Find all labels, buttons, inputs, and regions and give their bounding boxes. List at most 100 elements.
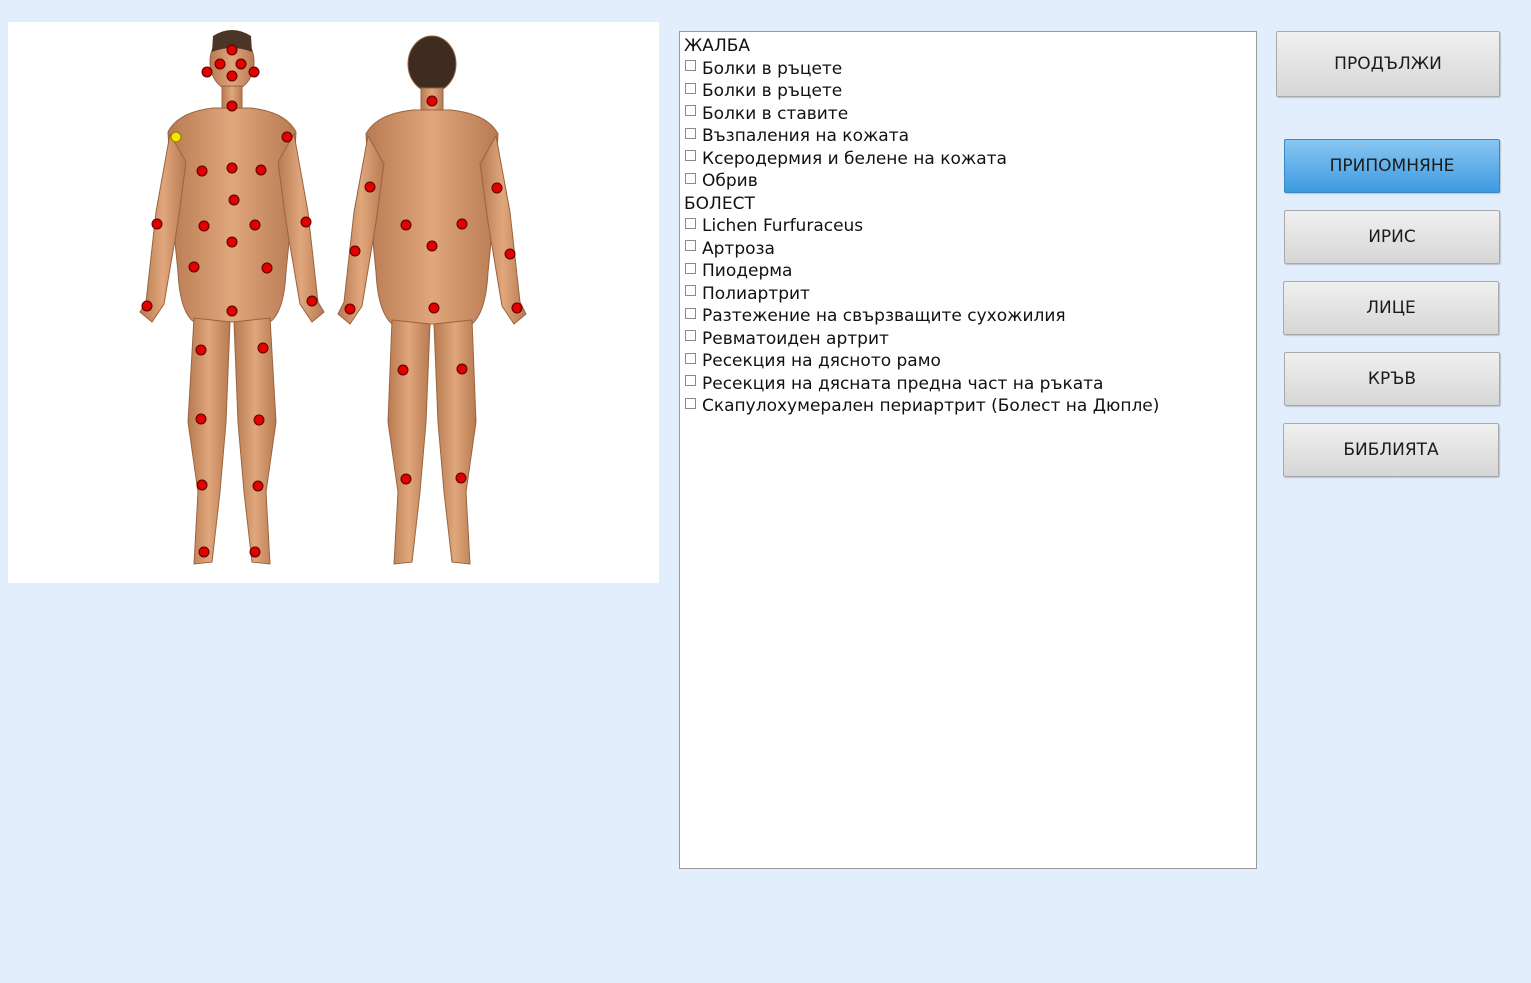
body-point[interactable]: [248, 66, 260, 78]
body-point[interactable]: [400, 473, 412, 485]
body-point[interactable]: [253, 414, 265, 426]
body-point[interactable]: [226, 44, 238, 56]
body-map[interactable]: [8, 22, 659, 583]
symptom-list[interactable]: ЖАЛБА Болки в ръцете Болки в ръцете Болк…: [679, 31, 1257, 869]
list-item[interactable]: Обрив: [683, 170, 1256, 193]
item-label: Скапулохумерален периартрит (Болест на Д…: [702, 396, 1160, 416]
body-point[interactable]: [141, 300, 153, 312]
checkbox[interactable]: [685, 240, 696, 252]
list-item[interactable]: Скапулохумерален периартрит (Болест на Д…: [683, 395, 1256, 418]
group-complaint: ЖАЛБА Болки в ръцете Болки в ръцете Болк…: [683, 35, 1256, 193]
list-item[interactable]: Ресекция на дясното рамо: [683, 350, 1256, 373]
item-label: Болки в ставите: [702, 103, 849, 124]
checkbox[interactable]: [685, 307, 696, 319]
list-item[interactable]: Възпаления на кожата: [683, 125, 1256, 148]
body-point[interactable]: [428, 302, 440, 314]
blood-button[interactable]: КРЪВ: [1284, 352, 1500, 406]
item-label: Артроза: [702, 238, 775, 259]
checkbox[interactable]: [685, 330, 696, 342]
list-item[interactable]: Ресекция на дясната предна част на ръкат…: [683, 373, 1256, 396]
item-label: Ксеродермия и белене на кожата: [702, 148, 1007, 169]
list-item[interactable]: Lichen Furfuraceus: [683, 215, 1256, 238]
body-point[interactable]: [426, 95, 438, 107]
body-point[interactable]: [195, 344, 207, 356]
item-label: Обрив: [702, 171, 758, 191]
continue-button[interactable]: ПРОДЪЛЖИ: [1276, 31, 1500, 97]
reminder-button[interactable]: ПРИПОМНЯНЕ: [1284, 139, 1500, 193]
body-point[interactable]: [456, 363, 468, 375]
body-point[interactable]: [364, 181, 376, 193]
list-item[interactable]: Болки в ставите: [683, 103, 1256, 126]
checkbox[interactable]: [685, 150, 696, 162]
checkbox[interactable]: [685, 217, 696, 229]
library-button[interactable]: БИБЛИЯТА: [1283, 423, 1499, 477]
body-point[interactable]: [504, 248, 516, 260]
list-item[interactable]: Пиодерма: [683, 260, 1256, 283]
item-label: Възпаления на кожата: [702, 126, 910, 146]
body-point[interactable]: [198, 220, 210, 232]
item-label: Полиартрит: [702, 283, 810, 304]
body-point[interactable]: [196, 479, 208, 491]
checkbox[interactable]: [685, 105, 696, 117]
list-item[interactable]: Артроза: [683, 238, 1256, 261]
body-point[interactable]: [255, 164, 267, 176]
body-point[interactable]: [426, 240, 438, 252]
list-item[interactable]: Ревматоиден артрит: [683, 328, 1256, 351]
body-point[interactable]: [235, 58, 247, 70]
body-point[interactable]: [397, 364, 409, 376]
checkbox[interactable]: [685, 397, 696, 409]
body-point[interactable]: [261, 262, 273, 274]
body-point[interactable]: [252, 480, 264, 492]
list-item[interactable]: Болки в ръцете: [683, 58, 1256, 81]
body-point[interactable]: [249, 219, 261, 231]
list-item[interactable]: Полиартрит: [683, 283, 1256, 306]
body-point[interactable]: [201, 66, 213, 78]
body-point[interactable]: [344, 303, 356, 315]
item-label: Ресекция на дясното рамо: [702, 351, 941, 371]
checkbox[interactable]: [685, 352, 696, 364]
body-point[interactable]: [226, 305, 238, 317]
group-title: БОЛЕСТ: [684, 193, 755, 214]
checkbox[interactable]: [685, 172, 696, 184]
body-point[interactable]: [455, 472, 467, 484]
body-point[interactable]: [198, 546, 210, 558]
body-point[interactable]: [214, 58, 226, 70]
group-title: ЖАЛБА: [684, 36, 751, 56]
checkbox[interactable]: [685, 262, 696, 274]
body-point[interactable]: [300, 216, 312, 228]
iris-button[interactable]: ИРИС: [1284, 210, 1500, 264]
item-label: Пиодерма: [702, 261, 793, 281]
body-point[interactable]: [491, 182, 503, 194]
body-point[interactable]: [281, 131, 293, 143]
body-point[interactable]: [511, 302, 523, 314]
item-label: Болки в ръцете: [702, 81, 843, 101]
list-item[interactable]: Ксеродермия и белене на кожата: [683, 148, 1256, 171]
item-label: Ресекция на дясната предна част на ръкат…: [702, 373, 1104, 394]
list-item[interactable]: Болки в ръцете: [683, 80, 1256, 103]
body-point[interactable]: [226, 70, 238, 82]
body-point[interactable]: [226, 162, 238, 174]
body-point[interactable]: [151, 218, 163, 230]
item-label: Ревматоиден артрит: [702, 328, 889, 349]
list-item[interactable]: Разтежение на свързващите сухожилия: [683, 305, 1256, 328]
body-point[interactable]: [249, 546, 261, 558]
body-point[interactable]: [456, 218, 468, 230]
checkbox[interactable]: [685, 82, 696, 94]
body-point[interactable]: [228, 194, 240, 206]
body-point[interactable]: [226, 236, 238, 248]
checkbox[interactable]: [685, 375, 696, 387]
body-point[interactable]: [349, 245, 361, 257]
item-label: Болки в ръцете: [702, 58, 843, 79]
body-point[interactable]: [257, 342, 269, 354]
body-point[interactable]: [226, 100, 238, 112]
checkbox[interactable]: [685, 60, 696, 72]
face-button[interactable]: ЛИЦЕ: [1283, 281, 1499, 335]
body-point[interactable]: [400, 219, 412, 231]
checkbox[interactable]: [685, 127, 696, 139]
body-point-selected[interactable]: [170, 131, 182, 143]
body-point[interactable]: [195, 413, 207, 425]
body-point[interactable]: [196, 165, 208, 177]
checkbox[interactable]: [685, 285, 696, 297]
body-point[interactable]: [306, 295, 318, 307]
body-point[interactable]: [188, 261, 200, 273]
